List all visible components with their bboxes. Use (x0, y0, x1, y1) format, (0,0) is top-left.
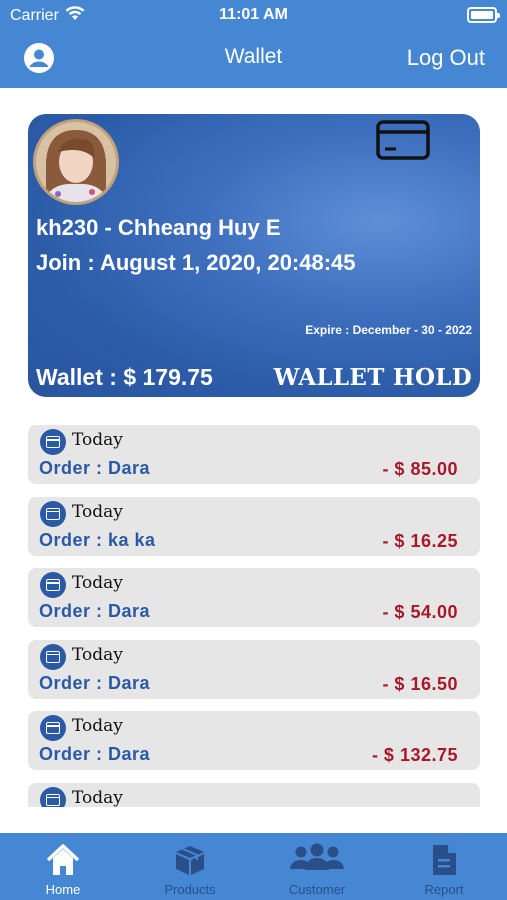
transaction-order: Order : Dara (39, 672, 151, 693)
transaction-amount: - $ 16.25 (382, 530, 458, 551)
status-time: 11:01 AM (219, 6, 288, 23)
calendar-icon (40, 429, 66, 455)
transaction-amount: - $ 54.00 (382, 602, 458, 622)
transaction-item[interactable]: Today Order : Dara - $ 16.50 (28, 639, 480, 699)
expire-date: Expire : December - 30 - 2022 (305, 323, 472, 337)
transaction-date: Today (72, 644, 123, 665)
transaction-amount: - $ 132.75 (371, 745, 458, 765)
avatar (33, 119, 119, 205)
calendar-icon (40, 715, 66, 741)
join-date: Join : August 1, 2020, 20:48:45 (36, 250, 356, 275)
tab-home[interactable]: Home (0, 833, 126, 900)
transaction-item[interactable]: Today Order : ka ka - $ 16.25 (28, 496, 480, 556)
tab-label: Products (164, 882, 216, 897)
header: Carrier 11:01 AM Wallet Log Out (0, 0, 507, 88)
tab-bar: Home Products Customer Report (0, 833, 507, 900)
transaction-amount: - $ 85.00 (382, 459, 458, 479)
tab-label: Customer (288, 882, 346, 897)
transaction-date: Today (72, 501, 123, 522)
transaction-amount: - $ 16.50 (382, 673, 458, 694)
home-icon (46, 844, 80, 875)
transaction-order: Order : Dara (39, 744, 151, 764)
wallet-screen: Carrier 11:01 AM Wallet Log Out kh230 - … (0, 0, 507, 900)
transaction-date: Today (72, 430, 123, 450)
tab-label: Report (424, 882, 464, 897)
logout-button[interactable]: Log Out (407, 45, 485, 71)
tab-label: Home (45, 882, 81, 897)
tab-customer[interactable]: Customer (254, 833, 380, 900)
transaction-date: Today (72, 573, 123, 593)
transaction-date: Today (72, 787, 123, 808)
transaction-order: Order : Dara (39, 458, 151, 478)
wallet-balance: Wallet : $ 179.75 (36, 364, 213, 390)
member-name: kh230 - Chheang Huy E (36, 215, 281, 240)
transaction-order: Order : ka ka (39, 529, 156, 550)
transaction-item[interactable]: Today (28, 782, 480, 808)
transaction-date: Today (72, 716, 123, 736)
users-icon (290, 843, 344, 870)
calendar-icon (40, 643, 66, 670)
wallet-card: kh230 - Chheang Huy E Join : August 1, 2… (28, 114, 480, 397)
transaction-item[interactable]: Today Order : Dara - $ 85.00 (28, 425, 480, 484)
transaction-item[interactable]: Today Order : Dara - $ 132.75 (28, 711, 480, 770)
tab-report[interactable]: Report (381, 833, 507, 900)
tab-products[interactable]: Products (127, 833, 253, 900)
wallet-status: WALLET HOLD (273, 364, 472, 391)
transaction-list[interactable]: Today Order : Dara - $ 85.00 Today Order… (28, 425, 480, 807)
transaction-order: Order : Dara (39, 601, 151, 621)
credit-card-icon (376, 120, 430, 160)
transaction-item[interactable]: Today Order : Dara - $ 54.00 (28, 568, 480, 627)
document-icon (433, 845, 456, 875)
calendar-icon (40, 572, 66, 598)
box-icon (176, 846, 204, 875)
battery-icon (467, 7, 500, 23)
calendar-icon (40, 500, 66, 527)
calendar-icon (40, 786, 66, 807)
